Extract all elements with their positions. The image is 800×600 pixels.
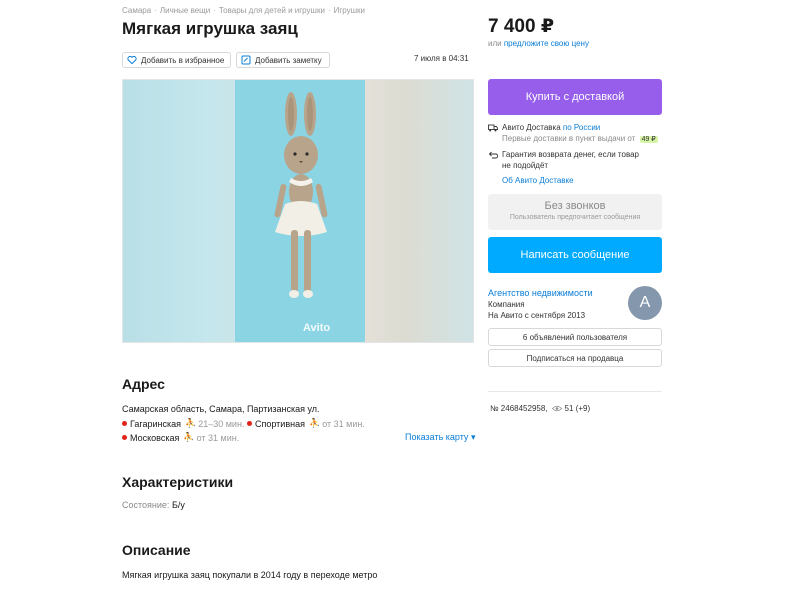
about-delivery-link[interactable]: Об Авито Доставке <box>502 176 574 185</box>
delivery-info: Авито Доставка по России <box>488 123 600 133</box>
description-heading: Описание <box>122 542 191 558</box>
return-icon <box>488 151 498 160</box>
delivery-price-badge: 49 ₽ <box>639 136 658 143</box>
price: 7 400 ₽ <box>488 16 555 37</box>
chevron-down-icon: ▾ <box>470 432 476 442</box>
metro-station-name: Гагаринская <box>130 418 181 429</box>
condition-value: Б/у <box>171 500 185 510</box>
seller-since: На Авито с сентября 2013 <box>488 311 586 320</box>
breadcrumb-separator: · <box>327 6 331 15</box>
guarantee-text: Гарантия возврата денег, если товар <box>502 150 640 159</box>
breadcrumb-item[interactable]: Личные вещи <box>160 6 210 15</box>
price-or-text: или <box>488 39 502 48</box>
write-message-button[interactable]: Написать сообщение <box>488 237 662 273</box>
breadcrumb-item[interactable]: Игрушки <box>334 6 365 15</box>
truck-icon <box>488 124 498 133</box>
metro-line-icon <box>247 421 252 426</box>
buy-with-delivery-button[interactable]: Купить с доставкой <box>488 79 662 115</box>
metro-walk-time: от 31 мин. <box>196 432 240 443</box>
ad-views: 51 (+9) <box>564 404 591 413</box>
metro-line-icon <box>122 435 127 440</box>
user-ads-button[interactable]: 6 объявлений пользователя <box>488 328 662 346</box>
avatar[interactable]: А <box>628 286 662 320</box>
ad-number: № 2468452958, <box>490 404 548 413</box>
add-to-favorites-button[interactable]: Добавить в избранное <box>122 52 231 68</box>
breadcrumb: Самара · Личные вещи · Товары для детей и иг… <box>122 6 365 15</box>
characteristics-heading: Характеристики <box>122 474 234 490</box>
guarantee-info: Гарантия возврата денег, если товар <box>488 150 639 160</box>
photo-gallery[interactable]: Avito <box>122 79 474 343</box>
walk-icon: ⛹ <box>308 418 321 428</box>
show-map-label: Показать карту <box>405 432 469 442</box>
delivery-title: Авито Доставка <box>502 123 561 132</box>
metro-line-icon <box>122 421 127 426</box>
no-calls-subtitle: Пользователь предпочитает сообщения <box>509 214 641 221</box>
note-icon <box>241 55 251 65</box>
seller-name-link[interactable]: Агентство недвижимости <box>488 288 593 298</box>
metro-station: Спортивная ⛹ от 31 мин. <box>247 418 365 429</box>
show-map-link[interactable]: Показать карту ▾ <box>405 432 475 443</box>
offer-price-link[interactable]: предложите свою цену <box>504 39 589 48</box>
ad-meta: № 2468452958, 51 (+9) <box>490 404 590 413</box>
first-delivery-text: Первые доставки в пункт выдачи от <box>502 134 636 143</box>
metro-station-name: Спортивная <box>255 418 305 429</box>
subscribe-seller-button[interactable]: Подписаться на продавца <box>488 349 662 367</box>
description-text: Мягкая игрушка заяц покупали в 2014 году… <box>122 570 378 580</box>
heart-icon <box>127 55 137 65</box>
price-offer: или предложите свою цену <box>488 39 589 48</box>
eye-icon <box>551 405 562 412</box>
add-to-favorites-label: Добавить в избранное <box>141 55 225 65</box>
add-note-label: Добавить заметку <box>255 55 322 65</box>
divider <box>488 391 662 392</box>
address-text: Самарская область, Самара, Партизанская … <box>122 404 320 414</box>
avito-watermark: Avito <box>303 322 331 334</box>
main-photo[interactable] <box>235 80 365 342</box>
condition-row: Состояние: Б/у <box>122 500 185 510</box>
metro-station: Московская ⛹ от 31 мин. <box>122 432 239 443</box>
add-note-button[interactable]: Добавить заметку <box>236 52 330 68</box>
guarantee-text-line2: не подойдёт <box>502 161 549 170</box>
seller-type: Компания <box>488 300 525 309</box>
no-calls-title: Без звонков <box>544 200 606 212</box>
metro-walk-time: 21–30 мин. <box>198 418 245 429</box>
condition-label: Состояние: <box>122 500 170 510</box>
breadcrumb-item[interactable]: Товары для детей и игрушки <box>219 6 325 15</box>
breadcrumb-separator: · <box>154 6 157 15</box>
delivery-region-link[interactable]: по России <box>563 123 600 132</box>
breadcrumb-separator: · <box>213 6 216 15</box>
address-heading: Адрес <box>122 376 165 392</box>
no-calls-notice: Без звонков Пользователь предпочитает со… <box>488 194 662 230</box>
walk-icon: ⛹ <box>184 418 197 428</box>
next-photo-preview[interactable] <box>363 80 473 342</box>
walk-icon: ⛹ <box>183 432 195 442</box>
bunny-toy-image <box>235 80 365 342</box>
metro-station: Гагаринская ⛹ 21–30 мин. <box>122 418 244 429</box>
metro-walk-time: от 31 мин. <box>322 418 365 429</box>
metro-station-name: Московская <box>130 432 180 443</box>
page-title: Мягкая игрушка заяц <box>122 19 298 38</box>
previous-photo-preview[interactable] <box>123 80 235 342</box>
first-delivery-info: Первые доставки в пункт выдачи от 49 ₽ <box>502 134 658 143</box>
publish-date: 7 июля в 04:31 <box>414 54 469 63</box>
breadcrumb-item[interactable]: Самара <box>122 6 151 15</box>
